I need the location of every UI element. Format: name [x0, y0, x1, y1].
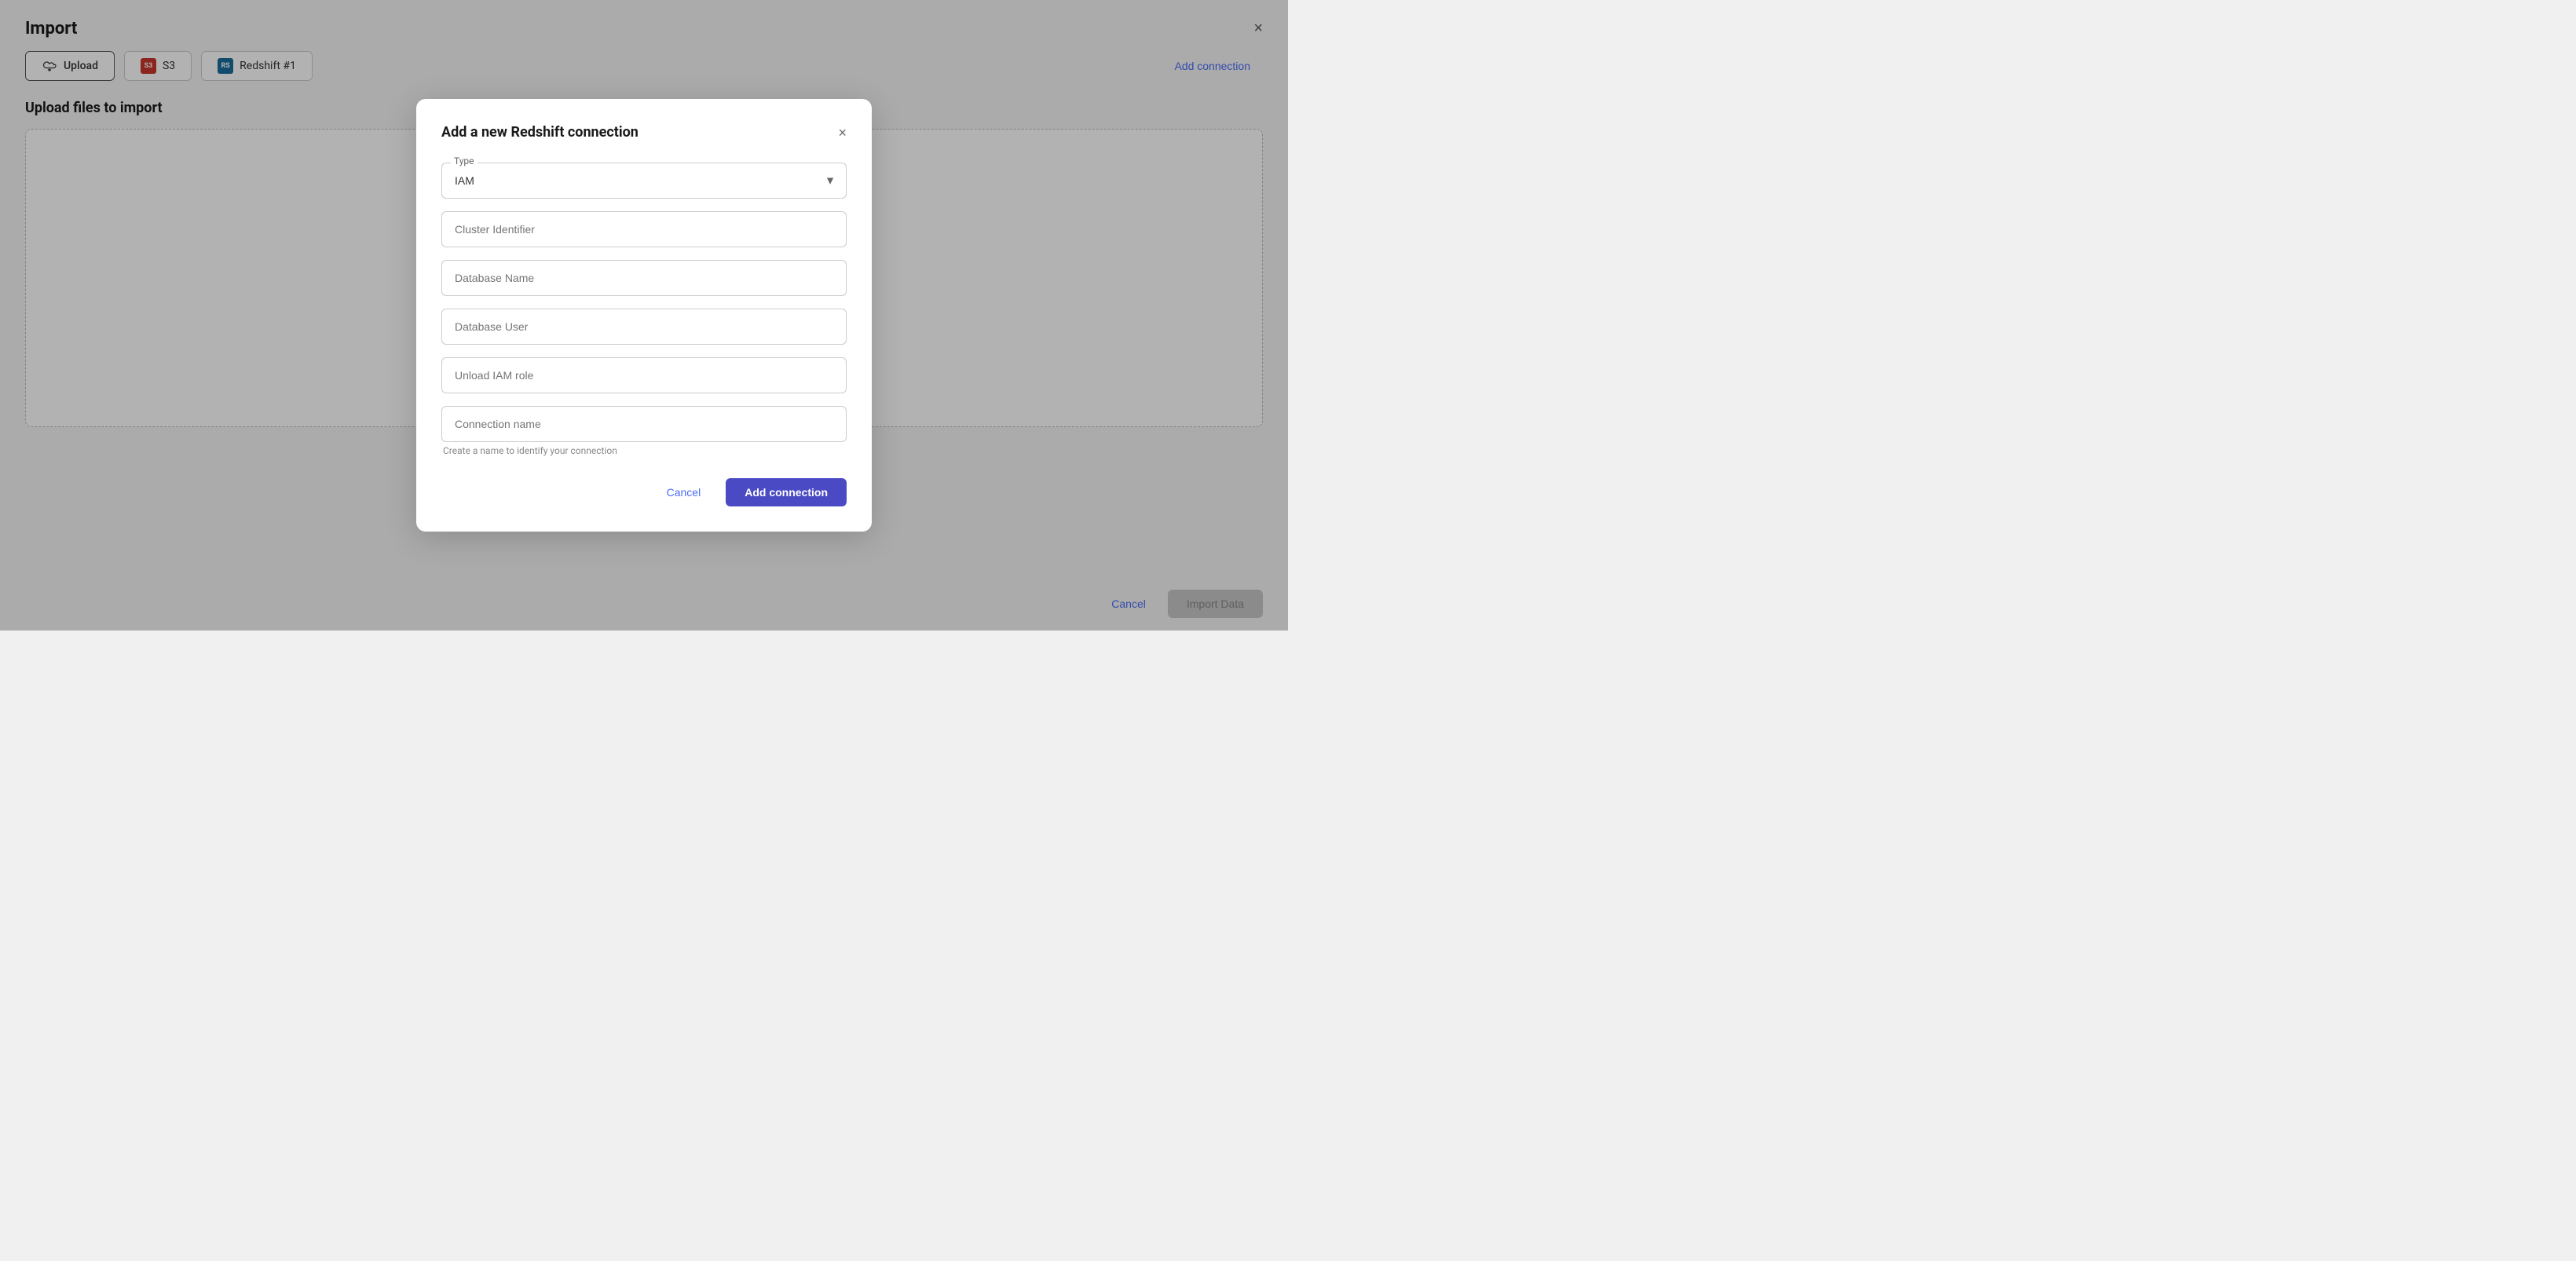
cluster-identifier-group [441, 211, 847, 247]
database-name-input[interactable] [441, 260, 847, 296]
modal-close-button[interactable]: × [838, 126, 847, 140]
modal-footer: Cancel Add connection [441, 478, 847, 506]
unload-iam-role-group [441, 357, 847, 393]
modal-header: Add a new Redshift connection × [441, 124, 847, 141]
unload-iam-role-input[interactable] [441, 357, 847, 393]
type-label: Type [451, 155, 478, 166]
modal-body: Type IAM Password ▼ [441, 163, 847, 456]
connection-name-group: Create a name to identify your connectio… [441, 406, 847, 456]
connection-name-hint: Create a name to identify your connectio… [441, 445, 847, 456]
modal-add-connection-button[interactable]: Add connection [726, 478, 847, 506]
database-user-group [441, 309, 847, 345]
connection-name-input[interactable] [441, 406, 847, 442]
modal-cancel-button[interactable]: Cancel [651, 478, 717, 506]
modal-dialog: Add a new Redshift connection × Type IAM… [416, 99, 872, 532]
database-user-input[interactable] [441, 309, 847, 345]
type-select-wrapper: IAM Password ▼ [441, 163, 847, 199]
type-select[interactable]: IAM Password [441, 163, 847, 199]
modal-title: Add a new Redshift connection [441, 124, 639, 141]
modal-overlay: Add a new Redshift connection × Type IAM… [0, 0, 1288, 630]
cluster-identifier-input[interactable] [441, 211, 847, 247]
database-name-group [441, 260, 847, 296]
type-field-group: Type IAM Password ▼ [441, 163, 847, 199]
